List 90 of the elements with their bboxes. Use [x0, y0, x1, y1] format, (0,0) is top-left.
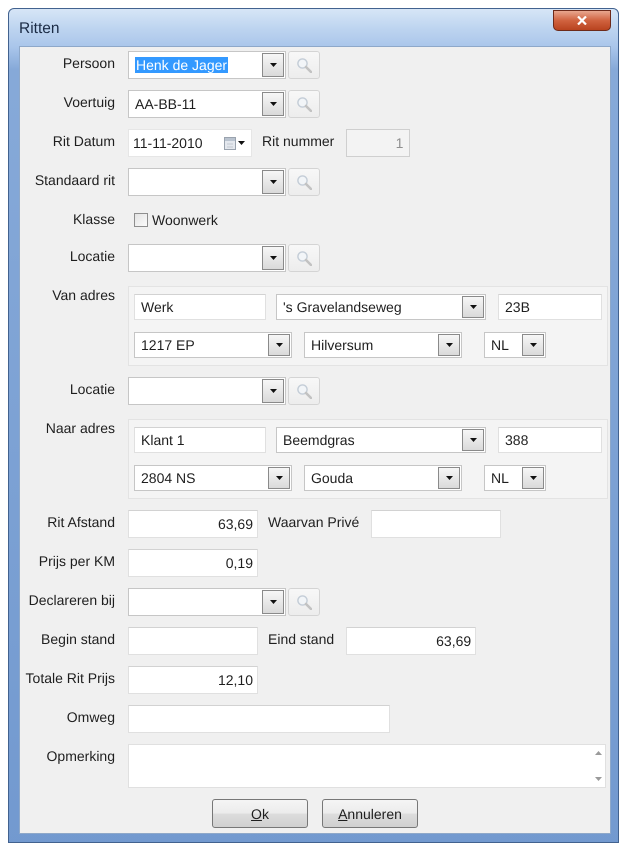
- dropdown-field[interactable]: NL: [484, 332, 546, 358]
- field-label: Rit Afstand: [46, 513, 115, 531]
- search-icon: [296, 174, 312, 190]
- dropdown-button[interactable]: [438, 467, 460, 489]
- caret-icon: [446, 343, 452, 347]
- field-label: Prijs per KM: [38, 552, 115, 570]
- caret-icon: [270, 63, 276, 67]
- field-label: Rit nummer: [262, 132, 334, 150]
- text-field[interactable]: Werk: [134, 294, 266, 320]
- dropdown-button[interactable]: [462, 296, 484, 318]
- scroll-up-icon[interactable]: [594, 751, 602, 755]
- dropdown-button[interactable]: [262, 53, 284, 77]
- dropdown-field[interactable]: [128, 377, 286, 405]
- field-label: Persoon: [62, 54, 115, 72]
- field-label: Locatie: [68, 247, 115, 265]
- dropdown-field[interactable]: [128, 588, 286, 616]
- caret-icon: [276, 343, 282, 347]
- number-field[interactable]: 0,19: [128, 549, 258, 577]
- text-field[interactable]: 388: [498, 427, 602, 453]
- field-label: Declareren bij: [28, 591, 115, 609]
- search-icon: [296, 57, 312, 73]
- dropdown-button[interactable]: [522, 334, 544, 356]
- dropdown-button[interactable]: [268, 334, 290, 356]
- checkbox[interactable]: [134, 213, 148, 227]
- field-label: Begin stand: [40, 630, 115, 648]
- field-label: Opmerking: [46, 747, 115, 765]
- number-field[interactable]: 63,69: [346, 627, 476, 655]
- field-label: Standaard rit: [34, 171, 115, 189]
- memo-field[interactable]: [128, 744, 606, 788]
- dropdown-button[interactable]: [262, 246, 284, 270]
- field-label: Rit Datum: [52, 132, 115, 150]
- caret-icon: [270, 389, 276, 393]
- caret-icon: [470, 438, 476, 442]
- field-label: Totale Rit Prijs: [24, 669, 115, 687]
- field-label: Naar adres: [44, 419, 115, 437]
- dropdown-field[interactable]: NL: [484, 465, 546, 491]
- caret-icon: [270, 102, 276, 106]
- caret-icon: [270, 600, 276, 604]
- dropdown-field[interactable]: 1217 EP: [134, 332, 292, 358]
- dropdown-field[interactable]: Beemdgras: [276, 427, 486, 453]
- text-field[interactable]: Klant 1: [134, 427, 266, 453]
- caret-icon: [530, 476, 536, 480]
- field-label: Van adres: [51, 286, 115, 304]
- text-field[interactable]: [128, 705, 390, 733]
- dropdown-field[interactable]: 's Gravelandseweg: [276, 294, 486, 320]
- dropdown-field[interactable]: [128, 168, 286, 196]
- field-label: Waarvan Privé: [268, 513, 360, 531]
- field-label: Eind stand: [268, 630, 334, 648]
- number-field[interactable]: 12,10: [128, 666, 258, 694]
- number-field[interactable]: 63,69: [128, 510, 258, 538]
- close-button[interactable]: [553, 10, 611, 31]
- dropdown-button[interactable]: [462, 429, 484, 451]
- window-title: Ritten: [19, 20, 60, 38]
- search-icon: [296, 383, 312, 399]
- dropdown-button[interactable]: [522, 467, 544, 489]
- field-label: Locatie: [68, 380, 115, 398]
- number-field[interactable]: [371, 510, 502, 538]
- dropdown-button[interactable]: [262, 590, 284, 614]
- number-field[interactable]: [128, 627, 258, 655]
- dropdown-button[interactable]: [262, 170, 284, 194]
- caret-icon: [270, 256, 276, 260]
- dropdown-button[interactable]: [268, 467, 290, 489]
- calendar-icon: [224, 136, 236, 150]
- search-icon: [296, 594, 312, 610]
- dropdown-button[interactable]: [262, 379, 284, 403]
- dropdown-field[interactable]: Hilversum: [304, 332, 462, 358]
- caret-icon: [276, 476, 282, 480]
- field-label: Omweg: [66, 708, 115, 726]
- search-icon: [296, 96, 312, 112]
- dialog-button[interactable]: Ok: [212, 799, 308, 828]
- dropdown-button[interactable]: [438, 334, 460, 356]
- search-icon: [296, 250, 312, 266]
- dropdown-field[interactable]: [128, 244, 286, 272]
- text-field[interactable]: 23B: [498, 294, 602, 320]
- checkbox-label[interactable]: Woonwerk: [152, 212, 218, 228]
- dropdown-field[interactable]: 2804 NS: [134, 465, 292, 491]
- dropdown-field[interactable]: AA-BB-11: [128, 90, 286, 118]
- dropdown-field[interactable]: Gouda: [304, 465, 462, 491]
- caret-icon: [446, 476, 452, 480]
- scroll-down-icon[interactable]: [594, 777, 602, 781]
- field-label: Voertuig: [62, 93, 115, 111]
- dialog-button[interactable]: Annuleren: [322, 799, 418, 828]
- caret-icon: [270, 180, 276, 184]
- date-field[interactable]: 11-11-2010: [128, 129, 252, 157]
- caret-icon: [238, 141, 245, 145]
- caret-icon: [530, 343, 536, 347]
- caret-icon: [470, 305, 476, 309]
- field-label: Klasse: [72, 210, 115, 228]
- close-icon: [577, 16, 587, 25]
- dropdown-button[interactable]: [262, 92, 284, 116]
